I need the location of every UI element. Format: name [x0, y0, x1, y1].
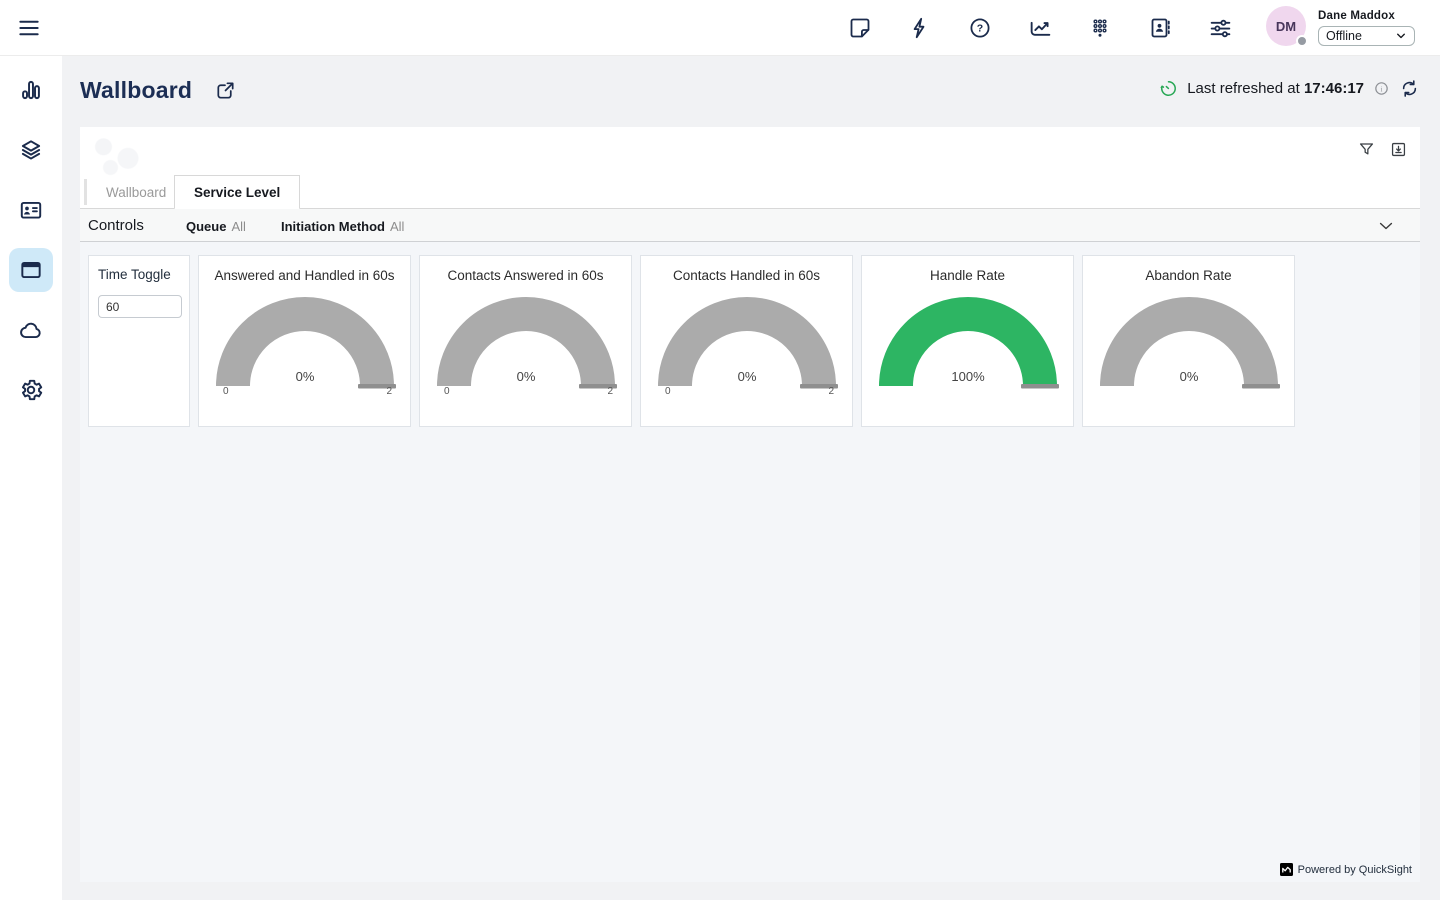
controls-row: Controls QueueAll Initiation MethodAll	[80, 209, 1420, 242]
gauge-title: Handle Rate	[862, 268, 1073, 283]
gauge-title: Abandon Rate	[1083, 268, 1294, 283]
topbar-icon-group: ?	[830, 0, 1250, 56]
gauge-chart: 0% 0 2	[652, 290, 842, 396]
page-header: Wallboard Last refreshed at 17:46:17 i	[62, 56, 1440, 127]
status-dropdown[interactable]: Offline	[1318, 26, 1415, 46]
time-toggle-label: Time Toggle	[98, 267, 180, 282]
sidebar-item-settings[interactable]	[9, 368, 53, 412]
avatar-initials: DM	[1276, 19, 1296, 34]
sidebar-item-wallboard[interactable]	[9, 248, 53, 292]
chevron-down-icon	[1395, 30, 1407, 42]
sidebar	[0, 56, 62, 900]
sidebar-item-channels[interactable]	[9, 128, 53, 172]
controls-collapse-chevron-icon[interactable]	[1376, 216, 1396, 236]
user-cluster: DM Dane Maddox Offline	[1266, 6, 1415, 46]
gauge-value: 0%	[516, 369, 535, 384]
time-toggle-input[interactable]	[98, 295, 182, 318]
filter-queue[interactable]: QueueAll	[186, 219, 246, 234]
gauge-min: 0	[444, 386, 450, 396]
gauge-max: 2	[386, 386, 392, 396]
status-value: Offline	[1326, 29, 1362, 43]
gauge-min: 0	[223, 386, 229, 396]
gauge-chart: 0% 0 2	[210, 290, 400, 396]
panel-tools	[1357, 140, 1408, 159]
metrics-icon[interactable]	[1010, 0, 1070, 56]
time-toggle-card: Time Toggle	[88, 255, 190, 427]
help-icon[interactable]: ?	[950, 0, 1010, 56]
gauge-title: Contacts Handled in 60s	[641, 268, 852, 283]
open-external-icon[interactable]	[214, 79, 237, 102]
gauge-max: 2	[828, 386, 834, 396]
sidebar-item-cloud[interactable]	[9, 308, 53, 352]
dashboard-sheet: Time Toggle Answered and Handled in 60s …	[80, 242, 1420, 882]
gauge-title: Contacts Answered in 60s	[420, 268, 631, 283]
quick-actions-icon[interactable]	[890, 0, 950, 56]
gauge-max: 2	[607, 386, 613, 396]
hamburger-menu-icon[interactable]	[16, 14, 46, 42]
gauge-title: Answered and Handled in 60s	[199, 268, 410, 283]
svg-text:i: i	[1381, 85, 1383, 93]
download-icon[interactable]	[1389, 140, 1408, 159]
gauge-value: 0%	[295, 369, 314, 384]
gauge-value: 0%	[737, 369, 756, 384]
tab-wallboard[interactable]: Wallboard	[94, 175, 178, 209]
gauge-card-contacts-handled: Contacts Handled in 60s 0% 0 2	[640, 255, 853, 427]
gauge-chart: 100%	[873, 290, 1063, 396]
gauge-chart: 0% 0 2	[431, 290, 621, 396]
last-refreshed-text: Last refreshed at 17:46:17	[1187, 80, 1364, 97]
tab-service-level[interactable]: Service Level	[174, 175, 300, 210]
agent-directory-icon[interactable]	[1130, 0, 1190, 56]
user-name: Dane Maddox	[1318, 10, 1415, 22]
gauge-card-answered-handled: Answered and Handled in 60s 0% 0 2	[198, 255, 411, 427]
avatar[interactable]: DM	[1266, 6, 1306, 46]
dialpad-icon[interactable]	[1070, 0, 1130, 56]
watermark	[86, 133, 156, 179]
gauge-card-contacts-answered: Contacts Answered in 60s 0% 0 2	[419, 255, 632, 427]
refresh-icon[interactable]	[1399, 78, 1420, 99]
svg-text:?: ?	[977, 23, 983, 35]
powered-by-quicksight[interactable]: Powered by QuickSight	[1280, 863, 1412, 876]
filter-icon[interactable]	[1357, 140, 1376, 159]
refresh-time: 17:46:17	[1304, 80, 1364, 97]
timer-icon	[1159, 79, 1178, 98]
sidebar-item-analytics[interactable]	[9, 68, 53, 112]
refresh-cluster: Last refreshed at 17:46:17 i	[1159, 78, 1420, 99]
gauge-value: 100%	[951, 369, 985, 384]
dashboard-embed: Wallboard Service Level Controls QueueAl…	[80, 127, 1420, 882]
gauge-card-handle-rate: Handle Rate 100%	[861, 255, 1074, 427]
gauge-target-tick	[1021, 384, 1059, 389]
filter-initiation-method[interactable]: Initiation MethodAll	[281, 219, 404, 234]
status-dot	[1296, 35, 1308, 47]
topbar: ? DM Dane Maddox	[0, 0, 1440, 56]
notes-icon[interactable]	[830, 0, 890, 56]
gauge-target-tick	[1242, 384, 1280, 389]
page-title: Wallboard	[80, 77, 192, 104]
tab-scroll-stub	[84, 179, 87, 205]
gauge-chart: 0%	[1094, 290, 1284, 396]
gauge-min: 0	[665, 386, 671, 396]
controls-label: Controls	[88, 217, 144, 234]
gauge-value: 0%	[1179, 369, 1198, 384]
settings-sliders-icon[interactable]	[1190, 0, 1250, 56]
sidebar-item-directory[interactable]	[9, 188, 53, 232]
info-icon[interactable]: i	[1373, 80, 1390, 97]
quicksight-label: Powered by QuickSight	[1298, 864, 1412, 876]
tab-bar: Wallboard Service Level	[80, 175, 1420, 209]
gauge-card-abandon-rate: Abandon Rate 0%	[1082, 255, 1295, 427]
quicksight-logo-icon	[1280, 863, 1293, 876]
